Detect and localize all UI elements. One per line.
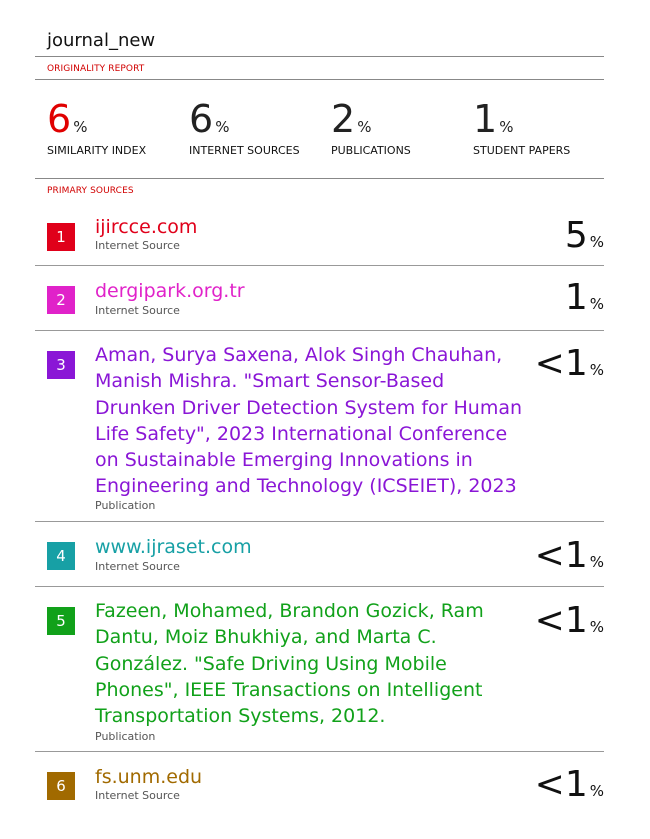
source-row: 1 ijircce.com Internet Source 5% [35,202,604,266]
source-row: 5 Fazeen, Mohamed, Brandon Gozick, Ram D… [35,587,604,752]
source-rank-badge: 3 [47,351,75,379]
source-title[interactable]: ijircce.com [95,214,525,240]
similarity-index-stat: 6% SIMILARITY INDEX [47,97,146,157]
source-percent: <1% [535,536,604,576]
source-percent: <1% [535,765,604,805]
source-title[interactable]: Fazeen, Mohamed, Brandon Gozick, Ram Dan… [95,598,525,729]
source-percent-value: 1 [564,277,588,318]
internet-sources-value: 6 [189,97,214,141]
source-percent-unit: % [589,233,604,251]
source-type: Internet Source [95,239,180,252]
source-percent-unit: % [589,553,604,571]
source-row: 2 dergipark.org.tr Internet Source 1% [35,266,604,331]
divider [35,79,604,80]
source-percent-value: <1 [534,764,588,805]
similarity-index-unit: % [73,118,88,136]
student-papers-label: STUDENT PAPERS [473,144,571,157]
source-rank-badge: 6 [47,772,75,800]
source-percent-unit: % [589,361,604,379]
divider [35,178,604,179]
source-percent-value: <1 [534,600,588,641]
student-papers-stat: 1% STUDENT PAPERS [473,97,570,157]
source-row: 6 fs.unm.edu Internet Source <1% [35,752,604,822]
source-percent: <1% [535,344,604,384]
source-row: 3 Aman, Surya Saxena, Alok Singh Chauhan… [35,331,604,522]
source-percent-value: <1 [534,535,588,576]
source-percent-unit: % [589,618,604,636]
source-type: Internet Source [95,560,180,573]
student-papers-unit: % [499,118,514,136]
internet-sources-unit: % [215,118,230,136]
source-percent: 1% [565,278,604,318]
internet-sources-label: INTERNET SOURCES [189,144,300,157]
originality-report-header: ORIGINALITY REPORT [47,64,145,74]
student-papers-value: 1 [473,97,498,141]
source-title[interactable]: www.ijraset.com [95,534,525,560]
source-title[interactable]: Aman, Surya Saxena, Alok Singh Chauhan, … [95,342,525,500]
publications-unit: % [357,118,372,136]
source-title[interactable]: fs.unm.edu [95,764,525,790]
source-rank-badge: 1 [47,223,75,251]
source-rank-badge: 2 [47,286,75,314]
source-type: Publication [95,730,156,743]
source-rank-badge: 5 [47,607,75,635]
source-type: Internet Source [95,789,180,802]
similarity-index-value: 6 [47,97,72,141]
source-percent-unit: % [589,782,604,800]
publications-stat: 2% PUBLICATIONS [331,97,411,157]
internet-sources-stat: 6% INTERNET SOURCES [189,97,300,157]
source-type: Internet Source [95,304,180,317]
source-percent-value: 5 [564,215,588,256]
source-percent-unit: % [589,295,604,313]
publications-label: PUBLICATIONS [331,144,411,157]
source-rank-badge: 4 [47,542,75,570]
publications-value: 2 [331,97,356,141]
source-percent-value: <1 [534,343,588,384]
source-percent: 5% [565,216,604,256]
source-row: 4 www.ijraset.com Internet Source <1% [35,522,604,587]
source-type: Publication [95,499,156,512]
similarity-index-label: SIMILARITY INDEX [47,144,147,157]
divider [35,56,604,57]
document-title: journal_new [47,30,156,51]
primary-sources-header: PRIMARY SOURCES [47,186,134,196]
source-title[interactable]: dergipark.org.tr [95,278,525,304]
source-percent: <1% [535,601,604,641]
